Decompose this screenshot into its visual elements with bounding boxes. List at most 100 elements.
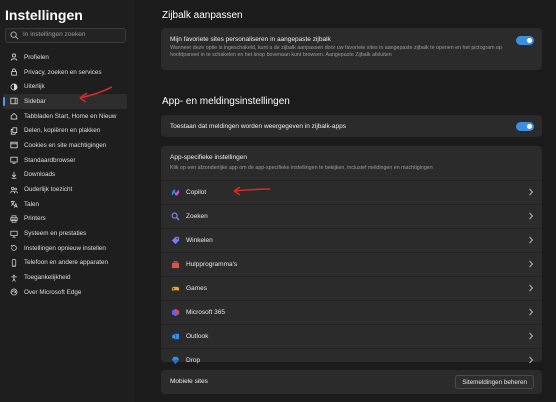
sidebar-item-label: Systeem en prestaties: [24, 230, 87, 238]
personalize-sidebar-toggle[interactable]: [516, 36, 534, 45]
shopping-tag-icon: [170, 236, 180, 246]
app-label: Hulpprogramma's: [186, 261, 238, 268]
lock-icon: [8, 68, 20, 76]
sidebar-item-over-edge[interactable]: Over Microsoft Edge: [3, 285, 127, 300]
download-icon: [8, 171, 20, 179]
personalize-sidebar-title: Mijn favoriete sites personaliseren in a…: [170, 36, 331, 43]
sidebar-item-label: Delen, kopiëren en plakken: [24, 127, 101, 135]
mobile-sites-title: Mobiele sites: [170, 378, 208, 385]
sidebar-item-label: Uiterlijk: [24, 83, 45, 91]
chevron-right-icon: [529, 188, 534, 196]
settings-title: Instellingen: [5, 7, 83, 23]
sidebar-item-downloads[interactable]: Downloads: [3, 168, 127, 183]
game-controller-icon: [170, 284, 180, 294]
app-specific-header: App-specifieke instellingen Klik op een …: [161, 146, 542, 180]
drop-icon: [170, 356, 180, 366]
sidebar-item-printers[interactable]: Printers: [3, 212, 127, 227]
app-row-zoeken[interactable]: Zoeken: [161, 204, 542, 228]
section-title-customize-sidebar: Zijbalk aanpassen: [162, 10, 243, 21]
cookie-icon: [8, 141, 20, 149]
sidebar-item-label: Downloads: [24, 171, 56, 179]
sidebar-item-cookies[interactable]: Cookies en site machtigingen: [3, 138, 127, 153]
sidebar-item-talen[interactable]: Talen: [3, 197, 127, 212]
chevron-right-icon: [529, 260, 534, 268]
app-row-microsoft-365[interactable]: Microsoft 365: [161, 300, 542, 324]
outlook-icon: O: [170, 332, 180, 342]
sidebar-item-label: Ouderlijk toezicht: [24, 186, 73, 194]
phone-icon: [8, 259, 20, 267]
app-row-hulpprogrammas[interactable]: Hulpprogramma's: [161, 252, 542, 276]
chevron-right-icon: [529, 356, 534, 364]
app-specific-description: Klik op een afzonderlijke app om de app-…: [170, 165, 433, 171]
settings-search-input[interactable]: In instellingen zoeken: [5, 28, 126, 43]
sidebar-item-toegankelijkheid[interactable]: Toegankelijkheid: [3, 270, 127, 285]
sidebar-item-label: Telefoon en andere apparaten: [24, 259, 109, 267]
sidebar-item-systeem[interactable]: Systeem en prestaties: [3, 226, 127, 241]
sidebar-item-label: Cookies en site machtigingen: [24, 141, 107, 149]
sidebar-icon: [8, 97, 20, 105]
app-label: Outlook: [186, 333, 209, 340]
sidebar-item-delen[interactable]: Delen, kopiëren en plakken: [3, 123, 127, 138]
app-specific-card: App-specifieke instellingen Klik op een …: [161, 146, 542, 365]
sidebar-item-label: Over Microsoft Edge: [24, 288, 82, 296]
chevron-right-icon: [529, 308, 534, 316]
toggle-knob: [527, 124, 532, 129]
notifications-card: Toestaan dat meldingen worden weergegeve…: [161, 115, 542, 137]
sidebar-item-label: Privacy, zoeken en services: [24, 68, 102, 76]
app-row-copilot[interactable]: Copilot: [161, 180, 542, 204]
app-label: Drop: [186, 357, 201, 364]
share-icon: [8, 127, 20, 135]
sidebar-item-uiterlijk[interactable]: Uiterlijk: [3, 79, 127, 94]
accessibility-icon: [8, 274, 20, 282]
home-icon: [8, 112, 20, 120]
app-label: Microsoft 365: [186, 309, 226, 316]
mobile-sites-card: Mobiele sites Sitemeldingen beheren: [161, 370, 542, 394]
person-icon: [8, 53, 20, 62]
chevron-right-icon: [529, 332, 534, 340]
chevron-right-icon: [529, 284, 534, 292]
sidebar-item-tabbladen[interactable]: Tabbladen Start, Home en Nieuw: [3, 109, 127, 124]
toggle-knob: [527, 38, 532, 43]
search-icon: [10, 31, 19, 40]
appearance-icon: [8, 83, 20, 91]
sidebar-item-standaardbrowser[interactable]: Standaardbrowser: [3, 153, 127, 168]
sidebar-item-sidebar[interactable]: Sidebar: [3, 94, 127, 109]
app-row-games[interactable]: Games: [161, 276, 542, 300]
sidebar-item-label: Standaardbrowser: [24, 156, 76, 164]
manage-site-notifications-button[interactable]: Sitemeldingen beheren: [455, 375, 534, 389]
sidebar-item-profielen[interactable]: Profielen: [3, 50, 127, 65]
system-icon: [8, 230, 20, 238]
sidebar-item-label: Talen: [24, 200, 40, 208]
sidebar-item-label: Profielen: [24, 53, 49, 61]
settings-main: Zijbalk aanpassen Mijn favoriete sites p…: [150, 0, 556, 402]
sidebar-item-privacy[interactable]: Privacy, zoeken en services: [3, 65, 127, 80]
app-row-outlook[interactable]: O Outlook: [161, 324, 542, 348]
sidebar-item-label: Toegankelijkheid: [24, 274, 71, 282]
app-label: Winkelen: [186, 237, 213, 244]
toolbox-icon: [170, 260, 180, 270]
edge-icon: [8, 288, 20, 296]
app-row-winkelen[interactable]: Winkelen: [161, 228, 542, 252]
app-specific-title: App-specifieke instellingen: [170, 154, 247, 161]
app-label: Zoeken: [186, 213, 208, 220]
sidebar-item-telefoon[interactable]: Telefoon en andere apparaten: [3, 256, 127, 271]
settings-nav: Profielen Privacy, zoeken en services Ui…: [3, 50, 127, 300]
app-label: Games: [186, 285, 207, 292]
sidebar-item-ouderlijk-toezicht[interactable]: Ouderlijk toezicht: [3, 182, 127, 197]
sidebar-item-label: Tabbladen Start, Home en Nieuw: [24, 112, 117, 120]
sidebar-item-reset[interactable]: Instellingen opnieuw instellen: [3, 241, 127, 256]
personalize-sidebar-description: Wanneer deze optie is ingeschakeld, kunt…: [170, 45, 502, 58]
notifications-toggle[interactable]: [516, 122, 534, 131]
settings-sidebar: Instellingen In instellingen zoeken Prof…: [0, 0, 135, 402]
search-icon: [170, 212, 180, 222]
sidebar-item-label: Printers: [24, 215, 46, 223]
personalize-sidebar-card: Mijn favoriete sites personaliseren in a…: [161, 28, 542, 70]
printer-icon: [8, 215, 20, 223]
sidebar-item-label: Instellingen opnieuw instellen: [24, 244, 106, 252]
language-icon: [8, 200, 20, 208]
app-row-drop[interactable]: Drop: [161, 348, 542, 372]
app-label: Copilot: [186, 189, 207, 196]
chevron-right-icon: [529, 236, 534, 244]
notifications-title: Toestaan dat meldingen worden weergegeve…: [170, 123, 346, 130]
search-placeholder: In instellingen zoeken: [23, 31, 86, 38]
